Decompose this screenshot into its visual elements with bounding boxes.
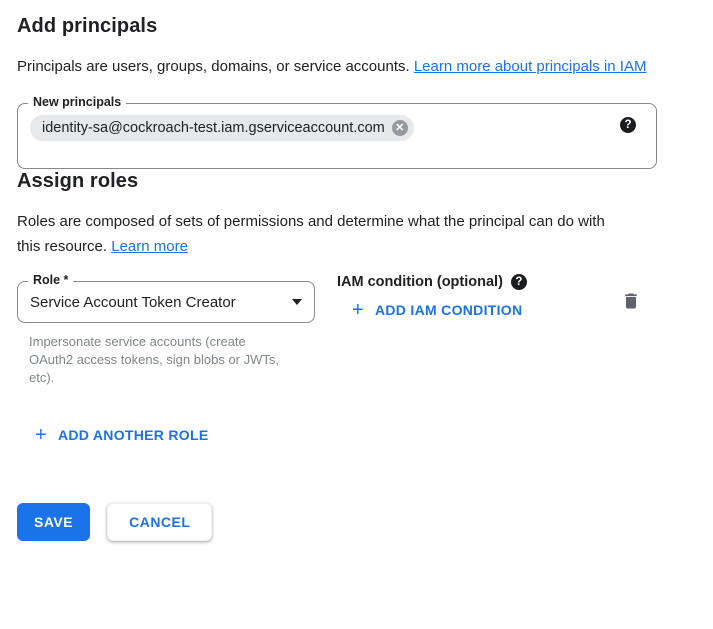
new-principals-field[interactable]: New principals identity-sa@cockroach-tes… — [17, 103, 657, 169]
roles-description: Roles are composed of sets of permission… — [17, 209, 607, 259]
delete-role-column — [621, 291, 641, 316]
learn-more-principals-link[interactable]: Learn more about principals in IAM — [414, 58, 647, 75]
page-title: Add principals — [17, 14, 657, 38]
role-column: Role * Service Account Token Creator Imp… — [17, 281, 315, 387]
role-select-value: Service Account Token Creator — [30, 294, 236, 311]
dialog-actions: SAVE CANCEL — [17, 503, 657, 541]
dropdown-arrow-icon — [292, 299, 302, 305]
role-select[interactable]: Role * Service Account Token Creator — [17, 281, 315, 323]
add-iam-condition-label: ADD IAM CONDITION — [375, 302, 522, 318]
delete-role-button[interactable] — [621, 291, 641, 311]
iam-condition-label-row: IAM condition (optional) ? — [337, 274, 527, 290]
add-principals-panel: Add principals Principals are users, gro… — [0, 0, 713, 541]
iam-condition-help-icon[interactable]: ? — [511, 274, 527, 290]
role-assignment-row: Role * Service Account Token Creator Imp… — [17, 281, 657, 387]
trash-icon — [621, 291, 641, 311]
chip-remove-icon[interactable]: ✕ — [392, 120, 408, 136]
iam-condition-label: IAM condition (optional) — [337, 274, 503, 290]
role-helper-text: Impersonate service accounts (create OAu… — [29, 333, 281, 387]
plus-icon: + — [352, 302, 364, 318]
assign-roles-title: Assign roles — [17, 169, 657, 193]
add-another-role-button[interactable]: + ADD ANOTHER ROLE — [35, 427, 209, 443]
add-iam-condition-button[interactable]: + ADD IAM CONDITION — [352, 302, 522, 318]
principals-description-text: Principals are users, groups, domains, o… — [17, 58, 414, 75]
new-principals-label: New principals — [28, 95, 126, 109]
learn-more-roles-link[interactable]: Learn more — [111, 238, 188, 255]
cancel-button[interactable]: CANCEL — [107, 503, 212, 541]
add-another-role-label: ADD ANOTHER ROLE — [58, 427, 209, 443]
principal-chip: identity-sa@cockroach-test.iam.gservicea… — [30, 115, 414, 141]
save-button[interactable]: SAVE — [17, 503, 90, 541]
role-select-label: Role * — [28, 273, 73, 287]
principals-description: Principals are users, groups, domains, o… — [17, 54, 657, 79]
plus-icon: + — [35, 427, 47, 443]
principal-chip-text: identity-sa@cockroach-test.iam.gservicea… — [42, 120, 385, 136]
iam-condition-column: IAM condition (optional) ? + ADD IAM CON… — [337, 274, 527, 321]
roles-description-text: Roles are composed of sets of permission… — [17, 213, 605, 255]
principals-help-icon[interactable]: ? — [620, 117, 636, 133]
